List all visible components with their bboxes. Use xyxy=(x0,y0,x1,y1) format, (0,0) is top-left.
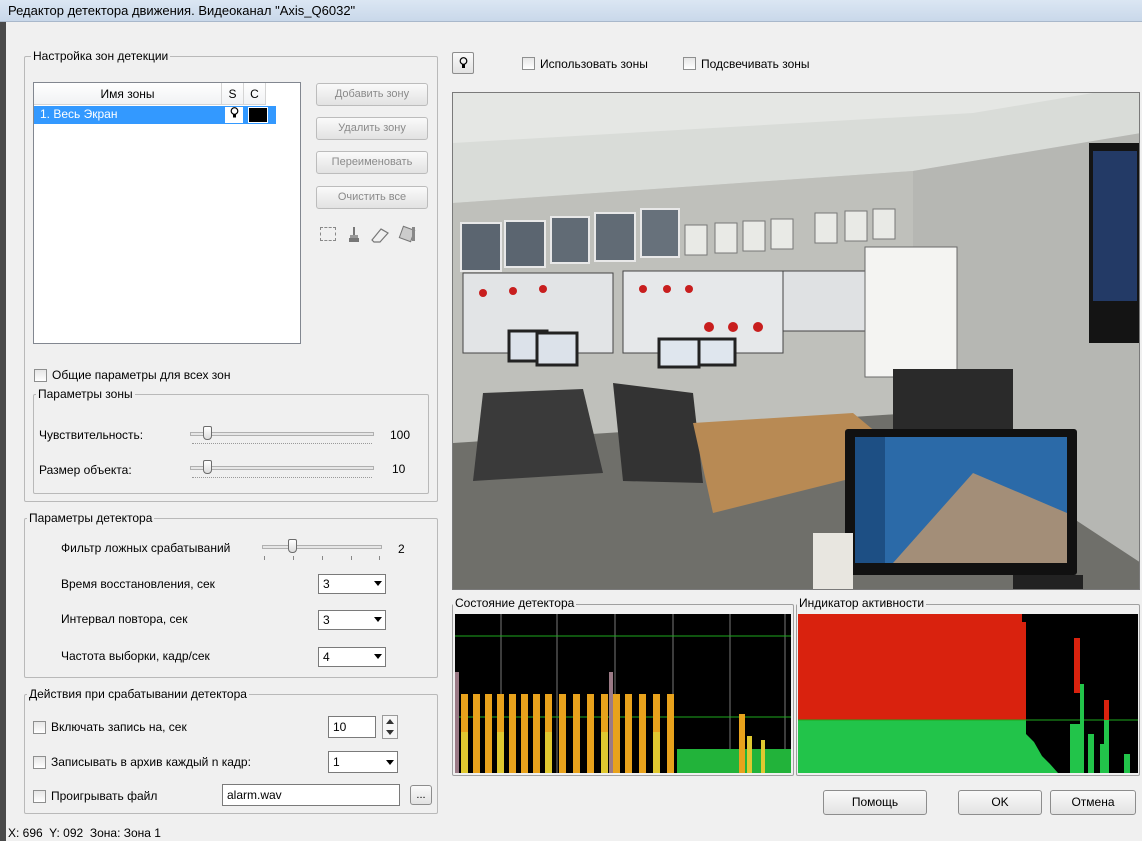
play-file-input[interactable]: alarm.wav xyxy=(222,784,400,806)
use-zones-checkbox[interactable] xyxy=(522,57,535,70)
use-zones-label: Использовать зоны xyxy=(540,57,648,71)
common-params-checkbox[interactable] xyxy=(34,369,47,382)
record-duration-spinner[interactable] xyxy=(382,715,398,739)
detector-state-title: Состояние детектора xyxy=(453,596,577,610)
record-label: Включать запись на, сек xyxy=(51,720,187,734)
record-duration-input[interactable]: 10 xyxy=(328,716,376,738)
select-rect-icon[interactable] xyxy=(320,227,336,241)
window-title: Редактор детектора движения. Видеоканал … xyxy=(0,0,1142,22)
recovery-time-select[interactable]: 3 xyxy=(318,574,386,594)
highlight-zones-label: Подсвечивать зоны xyxy=(701,57,810,71)
chevron-down-icon xyxy=(374,617,382,622)
brush-icon[interactable] xyxy=(348,226,360,246)
archive-checkbox[interactable] xyxy=(33,756,46,769)
fill-icon[interactable] xyxy=(398,225,418,246)
zone-col-s[interactable]: S xyxy=(222,83,244,105)
detector-state-graph xyxy=(455,614,791,773)
repeat-interval-select[interactable]: 3 xyxy=(318,610,386,630)
activity-title: Индикатор активности xyxy=(797,596,927,610)
zone-tools xyxy=(318,224,428,246)
play-file-checkbox[interactable] xyxy=(33,790,46,803)
record-duration-value: 10 xyxy=(333,720,347,734)
browse-button[interactable]: ... xyxy=(410,785,432,805)
archive-frame-value: 1 xyxy=(333,755,340,769)
video-view[interactable] xyxy=(452,92,1140,590)
zone-col-c[interactable]: C xyxy=(244,83,266,105)
activity-chart xyxy=(798,614,1138,773)
detector-state-chart xyxy=(455,614,791,773)
highlight-zones-checkbox[interactable] xyxy=(683,57,696,70)
false-filter-slider[interactable] xyxy=(262,545,382,549)
sensitivity-slider-thumb[interactable] xyxy=(203,426,212,440)
lightbulb-icon xyxy=(459,57,468,73)
status-bar: X: 696 Y: 092 Зона: Зона 1 xyxy=(8,826,161,840)
help-button[interactable]: Помощь xyxy=(823,790,927,815)
object-size-label: Размер объекта: xyxy=(39,463,132,477)
actions-title: Действия при срабатывании детектора xyxy=(27,687,249,701)
lightbulb-icon[interactable] xyxy=(225,107,243,123)
sensitivity-slider[interactable] xyxy=(190,432,374,436)
repeat-interval-label: Интервал повтора, сек xyxy=(61,612,188,626)
camera-frame-image xyxy=(453,93,1139,589)
chevron-down-icon xyxy=(374,581,382,586)
zones-group-title: Настройка зон детекции xyxy=(31,49,171,63)
recovery-time-value: 3 xyxy=(323,577,330,591)
zone-list[interactable]: Имя зоны S C 1. Весь Экран xyxy=(33,82,301,344)
detector-params-title: Параметры детектора xyxy=(27,511,155,525)
zone-row-name: 1. Весь Экран xyxy=(40,107,118,121)
zone-params-title: Параметры зоны xyxy=(36,387,135,401)
zone-col-name[interactable]: Имя зоны xyxy=(34,83,222,105)
archive-frame-select[interactable]: 1 xyxy=(328,751,398,773)
repeat-interval-value: 3 xyxy=(323,613,330,627)
chevron-down-icon xyxy=(386,760,394,765)
play-file-label: Проигрывать файл xyxy=(51,789,158,803)
object-size-value: 10 xyxy=(392,462,406,476)
play-file-value: alarm.wav xyxy=(227,788,282,802)
recovery-time-label: Время восстановления, сек xyxy=(61,577,215,591)
object-size-slider-thumb[interactable] xyxy=(203,460,212,474)
chevron-down-icon[interactable] xyxy=(386,730,394,735)
sensitivity-ticks xyxy=(192,440,372,444)
object-size-ticks xyxy=(192,474,372,478)
chevron-down-icon xyxy=(374,654,382,659)
chevron-up-icon[interactable] xyxy=(386,719,394,724)
false-filter-ticks xyxy=(264,556,380,560)
record-checkbox[interactable] xyxy=(33,721,46,734)
cancel-button[interactable]: Отмена xyxy=(1050,790,1136,815)
add-zone-button[interactable]: Добавить зону xyxy=(316,83,428,106)
left-edge xyxy=(0,22,6,841)
sample-rate-label: Частота выборки, кадр/сек xyxy=(61,649,210,663)
clear-all-button[interactable]: Очистить все xyxy=(316,186,428,209)
eraser-icon[interactable] xyxy=(370,226,390,246)
false-filter-value: 2 xyxy=(398,542,405,556)
sensitivity-label: Чувствительность: xyxy=(39,428,144,442)
archive-label: Записывать в архив каждый n кадр: xyxy=(51,755,251,769)
common-params-label: Общие параметры для всех зон xyxy=(52,368,231,382)
activity-graph xyxy=(798,614,1138,773)
sensitivity-value: 100 xyxy=(390,428,411,442)
object-size-slider[interactable] xyxy=(190,466,374,470)
delete-zone-button[interactable]: Удалить зону xyxy=(316,117,428,140)
zone-params-group: Параметры зоны xyxy=(33,387,429,494)
false-filter-label: Фильтр ложных срабатываний xyxy=(61,541,231,555)
zone-light-toggle[interactable] xyxy=(452,52,474,74)
rename-zone-button[interactable]: Переименовать xyxy=(316,151,428,174)
ok-button[interactable]: OK xyxy=(958,790,1042,815)
zone-row[interactable]: 1. Весь Экран xyxy=(34,106,276,124)
false-filter-slider-thumb[interactable] xyxy=(288,539,297,553)
zone-color-swatch[interactable] xyxy=(248,107,268,123)
sample-rate-value: 4 xyxy=(323,650,330,664)
sample-rate-select[interactable]: 4 xyxy=(318,647,386,667)
